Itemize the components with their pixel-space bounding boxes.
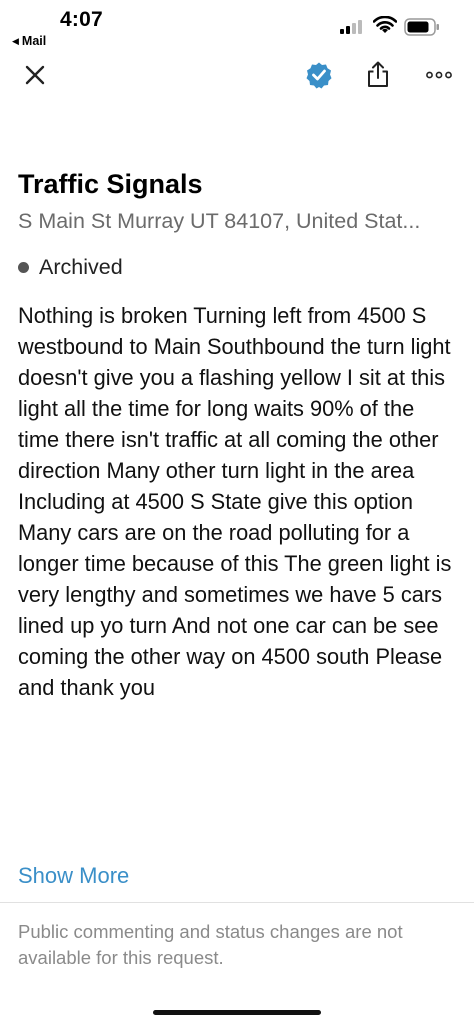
status-time: 4:07 xyxy=(60,8,103,31)
status-label: Archived xyxy=(39,255,123,279)
request-detail-screen: 4:07 ◀ Mail Traffic Signals S Main St Mu… xyxy=(0,0,474,1025)
commenting-notice: Public commenting and status changes are… xyxy=(18,921,403,968)
wifi-icon xyxy=(373,16,397,33)
show-more-link[interactable]: Show More xyxy=(18,863,129,889)
home-indicator[interactable] xyxy=(153,1010,321,1015)
battery-icon xyxy=(404,18,439,36)
back-triangle-icon: ◀ xyxy=(12,35,19,46)
request-title: Traffic Signals xyxy=(18,169,203,199)
favorite-badge-icon[interactable] xyxy=(305,61,333,89)
close-icon[interactable] xyxy=(24,64,46,86)
divider xyxy=(0,902,474,903)
back-app-label: Mail xyxy=(21,34,47,48)
status-dot-icon xyxy=(18,262,29,273)
more-icon[interactable] xyxy=(426,70,452,80)
request-description: Nothing is broken Turning left from 4500… xyxy=(18,303,452,700)
status-badge: Archived xyxy=(18,255,123,280)
request-address: S Main St Murray UT 84107, United Stat..… xyxy=(18,209,421,233)
back-to-mail-link[interactable]: ◀ Mail xyxy=(12,34,46,48)
share-icon[interactable] xyxy=(365,60,391,88)
cellular-signal-icon xyxy=(340,20,362,34)
